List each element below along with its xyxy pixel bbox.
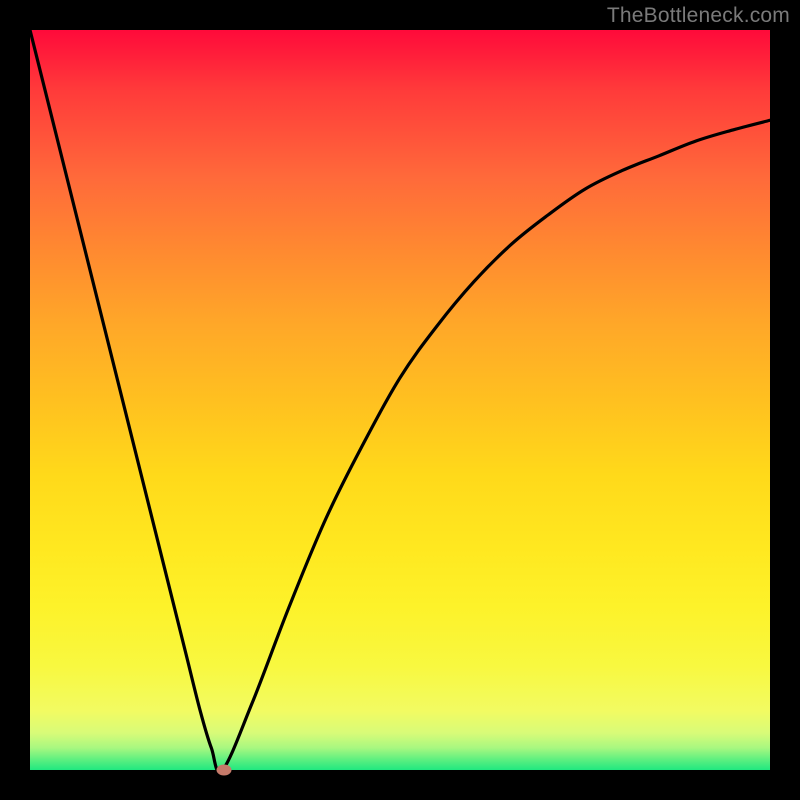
bottleneck-marker [216,765,231,776]
watermark-text: TheBottleneck.com [607,4,790,28]
bottleneck-curve [30,30,770,770]
chart-frame: TheBottleneck.com [0,0,800,800]
curve-svg [30,30,770,770]
plot-area [30,30,770,770]
